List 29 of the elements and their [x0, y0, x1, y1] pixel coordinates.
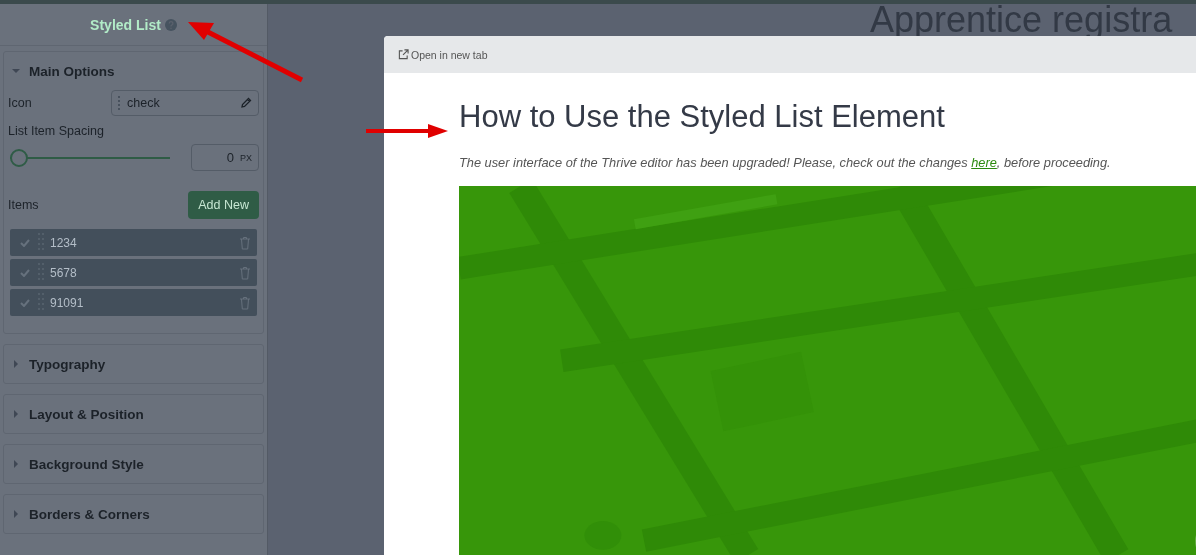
open-in-new-tab-link[interactable]: Open in new tab [398, 48, 488, 61]
add-new-button[interactable]: Add New [188, 191, 259, 219]
section-header[interactable]: Main Options [4, 52, 263, 90]
field-label: List Item Spacing [8, 124, 105, 138]
help-icon[interactable] [164, 18, 177, 31]
check-icon [20, 238, 30, 247]
external-link-icon [398, 49, 409, 60]
list-item[interactable]: 5678 [10, 259, 257, 286]
section-header[interactable]: Borders & Corners [4, 495, 263, 533]
list-item[interactable]: 1234 [10, 229, 257, 256]
here-link[interactable]: here [971, 155, 997, 170]
field-label: Icon [8, 96, 32, 110]
intro-text: The user interface of the Thrive editor has been upgraded! Please, check out the changes here, before proceeding. [459, 155, 1112, 170]
article-title: How to Use the Styled List Element [459, 99, 946, 135]
number-field[interactable]: 0 PX [191, 144, 259, 171]
check-icon [20, 298, 30, 307]
section-header[interactable]: Typography [4, 345, 263, 383]
slider-thumb[interactable] [10, 148, 28, 167]
icon-field[interactable]: check [111, 90, 259, 116]
trash-icon[interactable] [239, 235, 251, 250]
pencil-icon[interactable] [240, 97, 252, 109]
trash-icon[interactable] [239, 265, 251, 280]
field-label: Items [8, 198, 39, 212]
list-item[interactable]: 91091 [10, 289, 257, 316]
panel-title: Styled List [90, 16, 161, 33]
section-header[interactable]: Background Style [4, 445, 263, 483]
trash-icon[interactable] [239, 295, 251, 310]
section-header[interactable]: Layout & Position [4, 395, 263, 433]
check-icon [20, 268, 30, 277]
